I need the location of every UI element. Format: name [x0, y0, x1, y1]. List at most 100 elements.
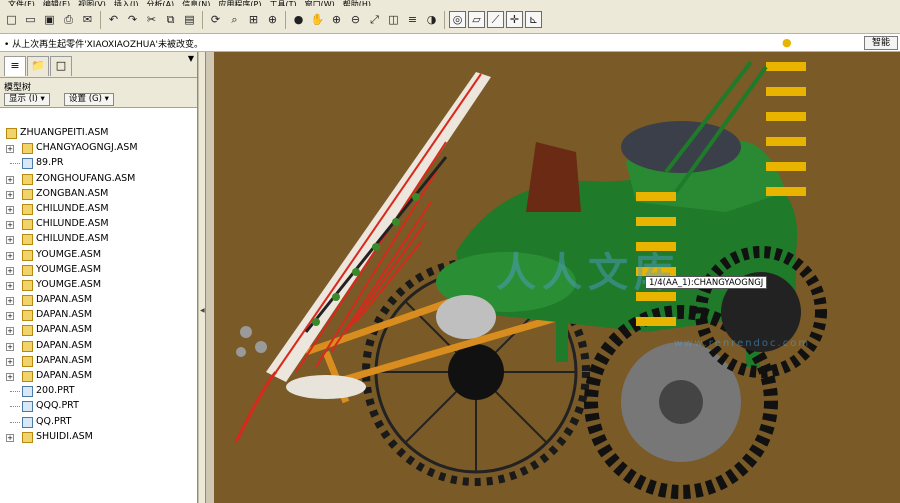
redo-icon[interactable]: ↷	[124, 11, 141, 28]
print-icon[interactable]: ⎙	[60, 11, 77, 28]
tree-item[interactable]: 200.PRT	[0, 384, 197, 399]
tree-item-label: YOUMGE.ASM	[36, 278, 102, 290]
tree-item-label: DAPAN.ASM	[36, 309, 93, 321]
datum-planes-icon[interactable]: ▱	[468, 11, 485, 28]
tree-item[interactable]: + DAPAN.ASM	[0, 354, 197, 369]
expand-icon[interactable]: +	[6, 175, 14, 184]
lightbulb-icon[interactable]: ●	[782, 36, 792, 49]
new-file-icon[interactable]: □	[3, 11, 20, 28]
tree-item[interactable]: + DAPAN.ASM	[0, 323, 197, 338]
expand-icon[interactable]: +	[6, 433, 14, 442]
pan-icon[interactable]: ✋	[309, 11, 326, 28]
tree-item[interactable]: + DAPAN.ASM	[0, 369, 197, 384]
save-icon[interactable]: ▣	[41, 11, 58, 28]
tree-item-label: DAPAN.ASM	[36, 354, 93, 366]
tree-item[interactable]: QQQ.PRT	[0, 399, 197, 414]
cut-icon[interactable]: ✂	[143, 11, 160, 28]
tree-item[interactable]: + DAPAN.ASM	[0, 308, 197, 323]
expand-icon[interactable]: +	[6, 221, 14, 230]
expand-icon[interactable]: +	[6, 281, 14, 290]
tree-item-label: QQ.PRT	[36, 415, 72, 427]
expand-icon[interactable]: +	[6, 342, 14, 351]
expand-icon[interactable]: +	[6, 190, 14, 199]
layers-icon[interactable]: ≡	[404, 11, 421, 28]
tree-item[interactable]: + ZONGHOUFANG.ASM	[0, 172, 197, 187]
tree-item-label: YOUMGE.ASM	[36, 263, 102, 275]
saved-views-icon[interactable]: ◫	[385, 11, 402, 28]
status-message: • 从上次再生起零件'XIAOXIAOZHUA'未被改变。	[4, 40, 204, 50]
tree-item[interactable]: + CHILUNDE.ASM	[0, 202, 197, 217]
tree-item[interactable]: 89.PR	[0, 156, 197, 171]
tree-item[interactable]: QQ.PRT	[0, 415, 197, 430]
tree-item[interactable]: + YOUMGE.ASM	[0, 263, 197, 278]
tree-item[interactable]: + CHILUNDE.ASM	[0, 232, 197, 247]
tab-model-tree[interactable]: ≡	[4, 56, 26, 76]
expand-icon[interactable]: +	[6, 357, 14, 366]
expand-icon[interactable]: +	[6, 266, 14, 275]
tree-item[interactable]: + YOUMGE.ASM	[0, 248, 197, 263]
tree-item-label: CHILUNDE.ASM	[36, 218, 109, 230]
assembly-icon	[22, 295, 33, 307]
tree-item[interactable]: + YOUMGE.ASM	[0, 278, 197, 293]
assembly-icon	[22, 188, 33, 200]
tree-item[interactable]: + ZONGBAN.ASM	[0, 187, 197, 202]
tree-item-label: YOUMGE.ASM	[36, 248, 102, 260]
toolbar-separator	[444, 10, 445, 29]
datum-axes-icon[interactable]: ⟋	[487, 11, 504, 28]
show-menu-button[interactable]: 显示 (I) ▾	[4, 93, 50, 106]
expand-icon[interactable]: +	[6, 312, 14, 321]
tree-root[interactable]: ZHUANGPEITI.ASM	[0, 126, 197, 141]
find-icon[interactable]: ⌕	[226, 11, 243, 28]
tab-favorites[interactable]: □	[50, 56, 72, 76]
expand-icon[interactable]: +	[6, 145, 14, 154]
assembly-icon	[22, 264, 33, 276]
coordinate-systems-icon[interactable]: ⊾	[525, 11, 542, 28]
filter-smart-select[interactable]: 智能	[864, 36, 898, 50]
datum-points-icon[interactable]: ✛	[506, 11, 523, 28]
settings-menu-button[interactable]: 设置 (G) ▾	[64, 93, 114, 106]
panel-splitter[interactable]: ◀	[198, 52, 206, 503]
model-tree-toolbar: 显示 (I) ▾ 设置 (G) ▾	[0, 92, 197, 108]
tree-item-label: CHILUNDE.ASM	[36, 233, 109, 245]
undo-icon[interactable]: ↶	[105, 11, 122, 28]
expand-icon[interactable]: +	[6, 297, 14, 306]
sled-plate	[286, 375, 366, 399]
copy-icon[interactable]: ⧉	[162, 11, 179, 28]
tree-item-label: 89.PR	[36, 157, 64, 169]
spin-center-icon[interactable]: ◎	[449, 11, 466, 28]
assembly-icon	[22, 203, 33, 215]
expand-icon[interactable]: +	[6, 236, 14, 245]
tree-item[interactable]: + SHUIDI.ASM	[0, 430, 197, 445]
expand-icon[interactable]: +	[6, 327, 14, 336]
expand-icon[interactable]: +	[6, 251, 14, 260]
email-icon[interactable]: ✉	[79, 11, 96, 28]
folder-icon: 📁	[31, 59, 45, 72]
datum-display-icon[interactable]: ⊞	[245, 11, 262, 28]
tree-item-label: CHANGYAOGNGJ.ASM	[36, 142, 138, 154]
open-file-icon[interactable]: ▭	[22, 11, 39, 28]
zoom-out-icon[interactable]: ⊖	[347, 11, 364, 28]
tree-item-label: CHILUNDE.ASM	[36, 202, 109, 214]
orient-icon[interactable]: ⊕	[264, 11, 281, 28]
zoom-in-icon[interactable]: ⊕	[328, 11, 345, 28]
shading-icon[interactable]: ●	[290, 11, 307, 28]
collapse-arrow-icon[interactable]: ▼	[188, 54, 194, 63]
tab-folder-browser[interactable]: 📁	[27, 56, 49, 76]
graphics-window[interactable]: 人人文库 www.renrendoc.com 1/4(AA_1):CHANGYA…	[206, 52, 900, 503]
expand-icon[interactable]: +	[6, 373, 14, 381]
splitter-handle-icon[interactable]: ◀	[200, 307, 205, 314]
appearance-icon[interactable]: ◑	[423, 11, 440, 28]
regenerate-icon[interactable]: ⟳	[207, 11, 224, 28]
main-toolbar: □ ▭ ▣ ⎙ ✉ ↶ ↷ ✂ ⧉ ▤ ⟳ ⌕ ⊞ ⊕ ● ✋ ⊕ ⊖ ⤢ ◫ ≡ ◑ ◎ ▱ ⟋ ✛ ⊾	[0, 6, 900, 34]
part-icon	[22, 416, 33, 428]
toolbar-separator	[202, 10, 203, 29]
refit-icon[interactable]: ⤢	[366, 11, 383, 28]
tree-item[interactable]: + CHILUNDE.ASM	[0, 217, 197, 232]
tree-item[interactable]: + DAPAN.ASM	[0, 339, 197, 354]
tree-item[interactable]: + DAPAN.ASM	[0, 293, 197, 308]
paste-icon[interactable]: ▤	[181, 11, 198, 28]
tree-item-label: DAPAN.ASM	[36, 339, 93, 351]
tree-connector	[10, 163, 20, 165]
expand-icon[interactable]: +	[6, 205, 14, 214]
tree-item[interactable]: + CHANGYAOGNGJ.ASM	[0, 141, 197, 156]
